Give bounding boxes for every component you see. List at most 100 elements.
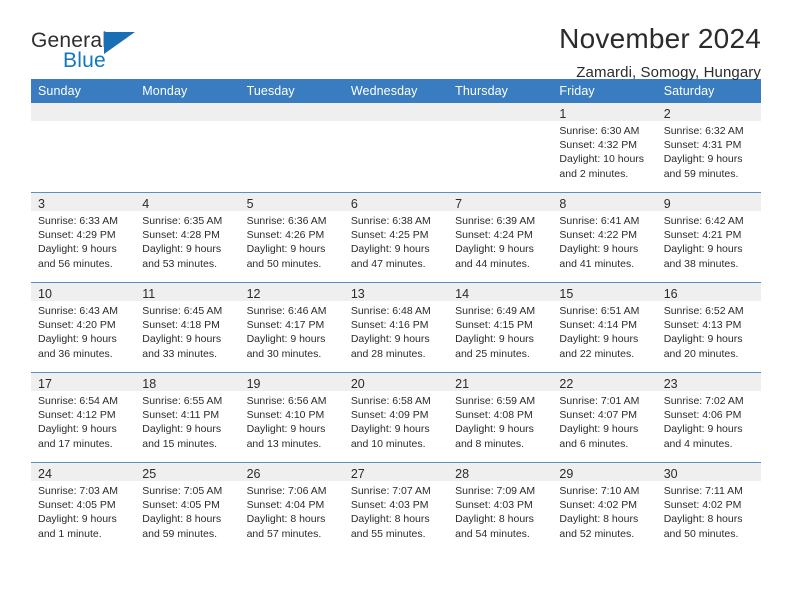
calendar-cell-day[interactable]: 23 Sunrise: 7:02 AM Sunset: 4:06 PM Dayligh… [656,372,761,463]
day-number: 26 [246,467,261,481]
calendar-cell-day[interactable]: 16 Sunrise: 6:52 AM Sunset: 4:13 PM Dayligh… [656,282,761,373]
daylight-text: Daylight: 9 hours [455,243,534,256]
page-title: November 2024 [559,23,761,54]
day-number: 19 [246,377,261,391]
calendar-cell-day[interactable]: 9 Sunrise: 6:42 AM Sunset: 4:21 PM Daylight… [656,192,761,283]
calendar-cell-day[interactable]: 3 Sunrise: 6:33 AM Sunset: 4:29 PM Daylight… [31,192,136,283]
daylight-text-cont: and 17 minutes. [38,437,113,450]
daylight-text: Daylight: 9 hours [559,333,639,346]
calendar-cell-day[interactable]: 13 Sunrise: 6:48 AM Sunset: 4:16 PM Dayligh… [343,282,449,373]
day-number-band: 20 [343,373,449,391]
day-number-band [135,103,240,121]
daylight-text-cont: and 53 minutes. [142,257,217,270]
calendar-cell-day[interactable]: 24 Sunrise: 7:03 AM Sunset: 4:05 PM Dayligh… [31,462,136,552]
calendar-cell-day[interactable]: 1 Sunrise: 6:30 AM Sunset: 4:32 PM Daylight… [552,103,657,193]
day-details: Sunrise: 6:49 AM Sunset: 4:15 PM Daylight:… [448,301,552,361]
sunrise-text: Sunrise: 6:55 AM [142,395,223,407]
day-details: Sunrise: 6:41 AM Sunset: 4:22 PM Daylight:… [552,211,656,271]
calendar-cell-empty [135,103,240,193]
calendar-cell-day[interactable]: 14 Sunrise: 6:49 AM Sunset: 4:15 PM Dayligh… [448,282,553,373]
daylight-text-cont: and 22 minutes. [559,347,635,360]
calendar-cell-day[interactable]: 5 Sunrise: 6:36 AM Sunset: 4:26 PM Daylight… [239,192,344,283]
daylight-text-cont: and 55 minutes. [350,527,426,540]
calendar-cell-day[interactable]: 8 Sunrise: 6:41 AM Sunset: 4:22 PM Daylight… [552,192,657,283]
day-details: Sunrise: 6:48 AM Sunset: 4:16 PM Daylight:… [344,301,448,361]
daylight-text: Daylight: 9 hours [350,333,430,346]
sunrise-text: Sunrise: 6:30 AM [559,125,640,137]
calendar-cell-day[interactable]: 29 Sunrise: 7:10 AM Sunset: 4:02 PM Dayligh… [552,462,657,552]
sunrise-text: Sunrise: 7:03 AM [38,485,118,497]
day-number-band: 30 [656,463,761,481]
calendar-cell-day[interactable]: 18 Sunrise: 6:55 AM Sunset: 4:11 PM Dayligh… [135,372,240,463]
calendar-cell-day[interactable]: 4 Sunrise: 6:35 AM Sunset: 4:28 PM Daylight… [135,192,240,283]
daylight-text-cont: and 54 minutes. [455,527,530,540]
day-details: Sunrise: 7:05 AM Sunset: 4:05 PM Daylight:… [135,481,239,541]
day-number-band [239,103,344,121]
sunrise-text: Sunrise: 6:49 AM [455,305,536,317]
day-number-band: 5 [239,193,344,211]
day-details: Sunrise: 7:10 AM Sunset: 4:02 PM Daylight:… [552,481,656,541]
calendar-cell-day[interactable]: 27 Sunrise: 7:07 AM Sunset: 4:03 PM Dayligh… [343,462,449,552]
calendar-cell-day[interactable]: 25 Sunrise: 7:05 AM Sunset: 4:05 PM Dayligh… [135,462,240,552]
day-number: 2 [663,107,671,121]
day-number-band: 3 [31,193,136,211]
day-details: Sunrise: 6:42 AM Sunset: 4:21 PM Daylight:… [657,211,761,271]
day-number: 30 [663,467,678,481]
day-number-band: 23 [656,373,761,391]
calendar-cell-day[interactable]: 22 Sunrise: 7:01 AM Sunset: 4:07 PM Dayligh… [552,372,657,463]
sunrise-text: Sunrise: 7:06 AM [246,485,327,497]
day-details: Sunrise: 6:59 AM Sunset: 4:08 PM Daylight:… [448,391,552,451]
daylight-text: Daylight: 9 hours [350,243,430,256]
sunrise-text: Sunrise: 7:10 AM [559,485,640,497]
sunset-text: Sunset: 4:04 PM [246,499,325,512]
daylight-text-cont: and 33 minutes. [142,347,217,360]
daylight-text: Daylight: 8 hours [559,513,639,526]
daylight-text: Daylight: 9 hours [142,243,222,256]
daylight-text-cont: and 59 minutes. [142,527,217,540]
day-number-band: 10 [31,283,136,301]
calendar-cell-day[interactable]: 6 Sunrise: 6:38 AM Sunset: 4:25 PM Daylight… [343,192,449,283]
daylight-text-cont: and 47 minutes. [350,257,426,270]
day-number-band: 11 [135,283,240,301]
sunrise-text: Sunrise: 6:38 AM [350,215,431,227]
sunset-text: Sunset: 4:24 PM [455,229,533,242]
calendar-cell-day[interactable]: 11 Sunrise: 6:45 AM Sunset: 4:18 PM Dayligh… [135,282,240,373]
daylight-text-cont: and 52 minutes. [559,527,635,540]
calendar-cell-day[interactable]: 2 Sunrise: 6:32 AM Sunset: 4:31 PM Daylight… [656,103,761,193]
calendar-cell-day[interactable]: 15 Sunrise: 6:51 AM Sunset: 4:14 PM Dayligh… [552,282,657,373]
sunset-text: Sunset: 4:15 PM [455,319,533,332]
daylight-text-cont: and 57 minutes. [246,527,322,540]
daylight-text: Daylight: 8 hours [350,513,430,526]
day-number: 10 [38,287,52,301]
day-number: 7 [455,197,463,211]
daylight-text: Daylight: 9 hours [559,243,639,256]
calendar-cell-day[interactable]: 7 Sunrise: 6:39 AM Sunset: 4:24 PM Daylight… [448,192,553,283]
weekday-header-thursday: Thursday [448,79,553,103]
day-number-band: 15 [552,283,657,301]
sunset-text: Sunset: 4:02 PM [663,499,742,512]
daylight-text-cont: and 1 minute. [38,527,102,540]
sunrise-text: Sunrise: 6:46 AM [246,305,327,317]
calendar-cell-day[interactable]: 26 Sunrise: 7:06 AM Sunset: 4:04 PM Dayligh… [239,462,344,552]
calendar-cell-empty [448,103,553,193]
day-number-band: 29 [552,463,657,481]
calendar-cell-day[interactable]: 19 Sunrise: 6:56 AM Sunset: 4:10 PM Dayligh… [239,372,344,463]
daylight-text: Daylight: 9 hours [455,333,534,346]
day-details: Sunrise: 6:54 AM Sunset: 4:12 PM Daylight:… [31,391,135,451]
calendar-cell-day[interactable]: 12 Sunrise: 6:46 AM Sunset: 4:17 PM Dayligh… [239,282,344,373]
calendar-cell-day[interactable]: 20 Sunrise: 6:58 AM Sunset: 4:09 PM Dayligh… [343,372,449,463]
calendar-cell-day[interactable]: 10 Sunrise: 6:43 AM Sunset: 4:20 PM Dayligh… [31,282,136,373]
day-number-band: 6 [343,193,449,211]
calendar-cell-day[interactable]: 28 Sunrise: 7:09 AM Sunset: 4:03 PM Dayligh… [448,462,553,552]
day-number: 27 [350,467,365,481]
daylight-text: Daylight: 9 hours [38,243,117,256]
daylight-text-cont: and 28 minutes. [350,347,426,360]
calendar-cell-day[interactable]: 21 Sunrise: 6:59 AM Sunset: 4:08 PM Dayligh… [448,372,553,463]
daylight-text-cont: and 59 minutes. [663,167,739,180]
calendar-cell-day[interactable]: 17 Sunrise: 6:54 AM Sunset: 4:12 PM Dayligh… [31,372,136,463]
calendar-week-row: 10 Sunrise: 6:43 AM Sunset: 4:20 PM Dayligh… [31,282,761,373]
day-number: 28 [455,467,470,481]
calendar-cell-day[interactable]: 30 Sunrise: 7:11 AM Sunset: 4:02 PM Dayligh… [656,462,761,552]
daylight-text: Daylight: 9 hours [246,243,326,256]
brand-logo[interactable]: General Blue [31,22,191,72]
